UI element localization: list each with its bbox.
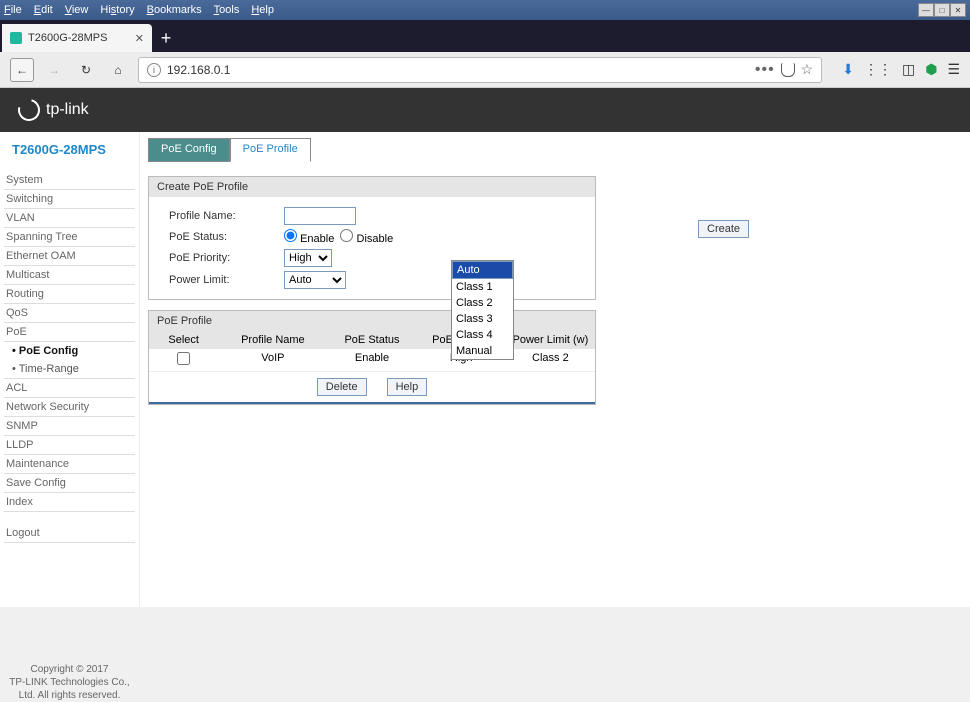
label-power-limit: Power Limit: <box>169 274 284 286</box>
col-select: Select <box>149 331 218 349</box>
col-status: PoE Status <box>327 331 416 349</box>
home-button[interactable]: ⌂ <box>106 58 130 82</box>
dropdown-option-class2[interactable]: Class 2 <box>452 295 513 311</box>
sidebar-item-poe[interactable]: PoE <box>4 323 135 342</box>
forward-button[interactable]: → <box>42 58 66 82</box>
profile-table-panel: PoE Profile Select Profile Name PoE Stat… <box>148 310 596 405</box>
brand-text: tp-link <box>46 101 89 119</box>
table-header: Select Profile Name PoE Status PoE Prior… <box>149 331 595 349</box>
browser-navbar: ← → ↻ ⌂ i 192.168.0.1 ••• ☆ ⬇ ⋮⋮ ◫ ⬢ ☰ <box>0 52 970 88</box>
tab-close-icon[interactable]: ✕ <box>135 32 144 45</box>
model-label: T2600G-28MPS <box>4 132 135 171</box>
sidebar: T2600G-28MPS System Switching VLAN Spann… <box>0 132 140 607</box>
row-limit: Class 2 <box>506 349 595 371</box>
delete-button[interactable]: Delete <box>317 378 367 396</box>
copyright: Copyright © 2017 TP-LINK Technologies Co… <box>4 663 135 702</box>
create-profile-panel: Create PoE Profile Profile Name: PoE Sta… <box>148 176 596 300</box>
brand-header: tp-link <box>0 88 970 132</box>
row-name: VoIP <box>218 349 327 371</box>
favicon-icon <box>10 32 22 44</box>
menu-view[interactable]: View <box>65 4 89 16</box>
browser-tabstrip: T2600G-28MPS ✕ + <box>0 20 970 52</box>
radio-disable[interactable] <box>340 229 353 242</box>
sidebar-item-spanning-tree[interactable]: Spanning Tree <box>4 228 135 247</box>
sidebar-item-system[interactable]: System <box>4 171 135 190</box>
hamburger-menu-icon[interactable]: ☰ <box>947 61 960 78</box>
tplink-logo: tp-link <box>18 99 89 121</box>
dropdown-option-manual[interactable]: Manual <box>452 343 513 359</box>
pocket-icon[interactable] <box>781 63 795 77</box>
sidebar-item-snmp[interactable]: SNMP <box>4 417 135 436</box>
sidebar-logout[interactable]: Logout <box>4 524 135 543</box>
sidebar-item-maintenance[interactable]: Maintenance <box>4 455 135 474</box>
browser-tab[interactable]: T2600G-28MPS ✕ <box>2 24 152 52</box>
panel1-title: Create PoE Profile <box>149 177 595 197</box>
os-menubar: File Edit View History Bookmarks Tools H… <box>0 0 970 20</box>
sidebar-item-vlan[interactable]: VLAN <box>4 209 135 228</box>
window-maximize-icon[interactable]: □ <box>934 3 950 17</box>
window-minimize-icon[interactable]: — <box>918 3 934 17</box>
priority-select[interactable]: High <box>284 249 332 267</box>
site-info-icon[interactable]: i <box>147 63 161 77</box>
sidebar-item-qos[interactable]: QoS <box>4 304 135 323</box>
reload-button[interactable]: ↻ <box>74 58 98 82</box>
table-row: VoIP Enable High Class 2 <box>149 349 595 372</box>
sidebar-item-multicast[interactable]: Multicast <box>4 266 135 285</box>
back-button[interactable]: ← <box>10 58 34 82</box>
sidebar-icon[interactable]: ◫ <box>902 61 915 78</box>
radio-enable[interactable] <box>284 229 297 242</box>
dropdown-option-class4[interactable]: Class 4 <box>452 327 513 343</box>
sidebar-item-index[interactable]: Index <box>4 493 135 512</box>
main-content: PoE Config PoE Profile Create PoE Profil… <box>140 132 970 607</box>
label-poe-priority: PoE Priority: <box>169 252 284 264</box>
radio-disable-label[interactable]: Disable <box>340 229 393 245</box>
sidebar-item-network-security[interactable]: Network Security <box>4 398 135 417</box>
page-actions-icon[interactable]: ••• <box>755 61 775 79</box>
new-tab-button[interactable]: + <box>152 24 180 52</box>
sidebar-sub-poe-config[interactable]: • PoE Config <box>4 342 135 360</box>
power-limit-select[interactable]: Auto <box>284 271 346 289</box>
power-limit-dropdown: Auto Class 1 Class 2 Class 3 Class 4 Man… <box>451 260 514 360</box>
sidebar-item-routing[interactable]: Routing <box>4 285 135 304</box>
menu-edit[interactable]: Edit <box>34 4 53 16</box>
dropdown-option-class3[interactable]: Class 3 <box>452 311 513 327</box>
url-bar[interactable]: i 192.168.0.1 ••• ☆ <box>138 57 822 83</box>
sidebar-item-switching[interactable]: Switching <box>4 190 135 209</box>
sidebar-item-ethernet-oam[interactable]: Ethernet OAM <box>4 247 135 266</box>
menu-file[interactable]: File <box>4 4 22 16</box>
create-button[interactable]: Create <box>698 220 749 238</box>
col-limit: Power Limit (w) <box>506 331 595 349</box>
window-close-icon[interactable]: ✕ <box>950 3 966 17</box>
sidebar-sub-time-range[interactable]: • Time-Range <box>4 360 135 379</box>
label-poe-status: PoE Status: <box>169 231 284 243</box>
menu-help[interactable]: Help <box>251 4 274 16</box>
menu-bookmarks[interactable]: Bookmarks <box>147 4 202 16</box>
library-icon[interactable]: ⋮⋮ <box>864 61 892 78</box>
row-checkbox[interactable] <box>177 352 190 365</box>
menu-tools[interactable]: Tools <box>214 4 240 16</box>
profile-name-input[interactable] <box>284 207 356 225</box>
logo-icon <box>14 95 44 125</box>
download-icon[interactable]: ⬇ <box>842 61 854 78</box>
tab-poe-config[interactable]: PoE Config <box>148 138 230 162</box>
dropdown-option-auto[interactable]: Auto <box>452 261 513 279</box>
tab-poe-profile[interactable]: PoE Profile <box>230 138 311 162</box>
panel2-title: PoE Profile <box>149 311 595 331</box>
label-profile-name: Profile Name: <box>169 210 284 222</box>
sidebar-item-lldp[interactable]: LLDP <box>4 436 135 455</box>
sidebar-item-acl[interactable]: ACL <box>4 379 135 398</box>
col-name: Profile Name <box>218 331 327 349</box>
menu-history[interactable]: History <box>100 4 134 16</box>
tab-title: T2600G-28MPS <box>28 32 107 44</box>
dropdown-option-class1[interactable]: Class 1 <box>452 279 513 295</box>
shield-icon[interactable]: ⬢ <box>925 61 937 78</box>
sidebar-item-save-config[interactable]: Save Config <box>4 474 135 493</box>
help-button[interactable]: Help <box>387 378 428 396</box>
row-status: Enable <box>327 349 416 371</box>
url-text: 192.168.0.1 <box>167 63 755 77</box>
bookmark-star-icon[interactable]: ☆ <box>801 61 814 78</box>
radio-enable-label[interactable]: Enable <box>284 229 334 245</box>
